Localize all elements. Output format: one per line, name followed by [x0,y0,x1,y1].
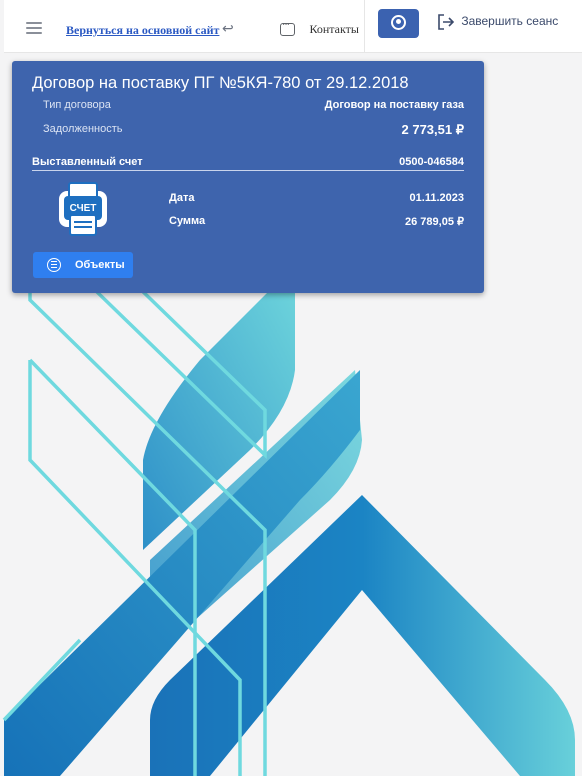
logout-button[interactable]: Завершить сеанс [437,14,558,30]
logout-label: Завершить сеанс [461,14,559,29]
back-arrow-icon[interactable]: ↩ [222,20,234,37]
back-to-main-site-link[interactable]: Вернуться на основной сайт [66,23,219,38]
objects-button-label: Объекты [75,259,125,271]
contract-card: Договор на поставку ПГ №5КЯ-780 от 29.12… [12,61,484,293]
debt-value: 2 773,51 ₽ [401,122,465,137]
debt-label: Задолженность [43,123,123,135]
contract-type-value: Договор на поставку газа [324,99,464,111]
invoice-date-value: 01.11.2023 [409,192,464,204]
user-icon [391,15,406,30]
contract-type-label: Тип договора [43,99,111,111]
user-profile-button[interactable] [378,9,419,38]
invoice-date-row: Дата 01.11.2023 [169,192,464,204]
invoice-number[interactable]: 0500-046584 [399,156,464,168]
invoice-row[interactable]: Выставленный счет 0500-046584 [32,156,464,171]
contacts-button[interactable]: Контакты [280,19,359,39]
contract-title: Договор на поставку ПГ №5КЯ-780 от 29.12… [32,74,409,92]
invoice-date-label: Дата [169,192,195,204]
invoice-sum-row: Сумма 26 789,05 ₽ [169,215,464,228]
invoice-sum-label: Сумма [169,215,206,227]
invoice-label: Выставленный счет [32,156,143,168]
invoice-printer-icon: СЧЕТ [59,182,107,236]
chat-icon [280,19,295,37]
list-icon [47,258,61,272]
invoice-sum-value: 26 789,05 ₽ [405,216,464,228]
menu-icon[interactable] [26,22,42,34]
objects-button[interactable]: Объекты [33,252,133,278]
debt-row: Задолженность 2 773,51 ₽ [43,122,465,137]
invoice-icon-text: СЧЕТ [70,203,97,214]
contacts-label: Контакты [309,22,359,37]
contract-type-row: Тип договора Договор на поставку газа [43,99,464,111]
session-panel: Завершить сеанс [364,0,582,52]
logout-icon [438,14,455,30]
